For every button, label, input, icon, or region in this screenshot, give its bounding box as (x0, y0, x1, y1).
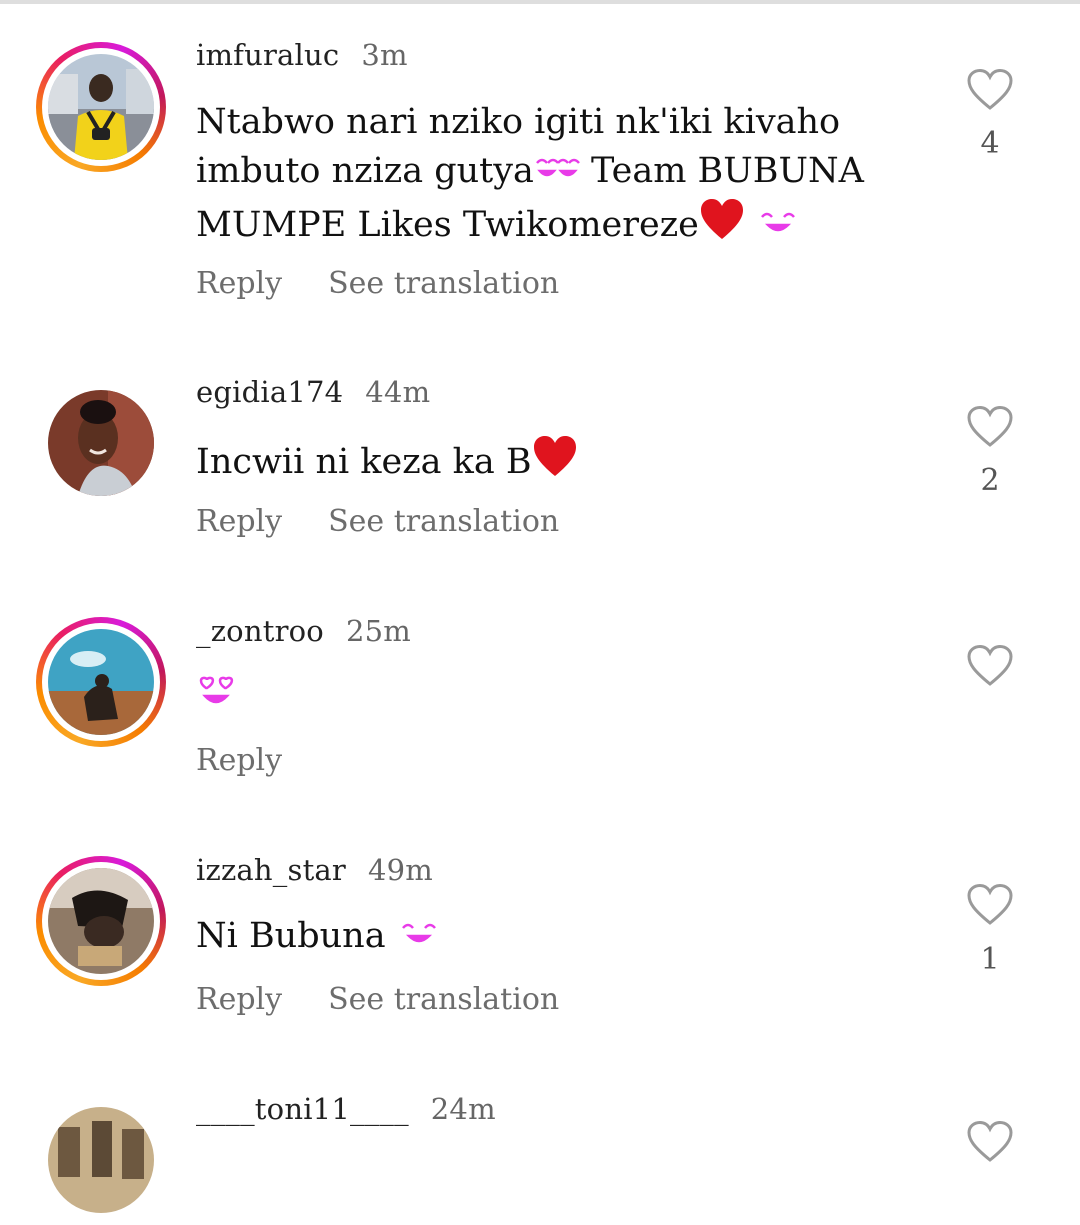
comment-text (196, 672, 936, 726)
avatar-photo (48, 54, 154, 160)
smiling-face-hearts-emoji (756, 202, 802, 251)
comment-actions: Reply See translation (196, 504, 605, 539)
username[interactable]: imfuraluc (196, 38, 339, 72)
smiling-face-hearts-emoji (534, 148, 580, 197)
comment-header: imfuraluc 3m (196, 38, 408, 72)
top-divider (0, 0, 1080, 4)
avatar-photo (48, 629, 154, 735)
red-heart-emoji (699, 197, 745, 255)
see-translation-button[interactable]: See translation (328, 504, 559, 539)
like-button[interactable] (966, 405, 1014, 449)
comment-header: izzah_star 49m (196, 853, 433, 887)
avatar-wrapper[interactable] (36, 1095, 166, 1225)
avatar[interactable] (48, 868, 154, 974)
like-count: 2 (980, 463, 1000, 498)
like-button[interactable] (966, 644, 1014, 688)
avatar-story-ring[interactable] (36, 617, 166, 747)
comment-actions: Reply See translation (196, 266, 605, 301)
reply-button[interactable]: Reply (196, 504, 282, 539)
avatar[interactable] (48, 54, 154, 160)
like-button[interactable] (966, 1120, 1014, 1164)
username[interactable]: ____toni11____ (196, 1092, 409, 1126)
avatar[interactable] (48, 1107, 154, 1213)
like-button[interactable] (966, 883, 1014, 927)
comment-text: Ni Bubuna (196, 912, 936, 962)
comment-text-content: Ntabwo nari nziko igiti nk'iki kivaho im… (196, 102, 864, 245)
comment-header: ____toni11____ 24m (196, 1092, 496, 1126)
avatar-photo (48, 390, 154, 496)
comment-text-content: Ni Bubuna (196, 916, 443, 956)
comment-time: 49m (368, 853, 434, 887)
comment-header: _zontroo 25m (196, 614, 411, 648)
comment-actions: Reply (196, 743, 328, 778)
heart-outline-icon (967, 644, 1013, 686)
comment-text-content (196, 676, 236, 718)
heart-outline-icon (967, 883, 1013, 925)
avatar-wrapper[interactable] (36, 378, 166, 508)
like-button[interactable] (966, 68, 1014, 112)
avatar-story-ring[interactable] (36, 42, 166, 172)
avatar-photo (48, 1107, 154, 1213)
comment-text-content: Incwii ni keza ka B (196, 436, 578, 482)
like-count: 1 (980, 942, 1000, 977)
heart-outline-icon (967, 1120, 1013, 1162)
comment-time: 3m (361, 38, 408, 72)
avatar[interactable] (48, 390, 154, 496)
username[interactable]: izzah_star (196, 853, 346, 887)
heart-outline-icon (967, 68, 1013, 110)
reply-button[interactable]: Reply (196, 266, 282, 301)
smiling-face-hearts-emoji (397, 913, 443, 962)
comment-text: Ntabwo nari nziko igiti nk'iki kivaho im… (196, 98, 936, 255)
see-translation-button[interactable]: See translation (328, 982, 559, 1017)
comment-text: Incwii ni keza ka B (196, 434, 936, 492)
reply-button[interactable]: Reply (196, 743, 282, 778)
see-translation-button[interactable]: See translation (328, 266, 559, 301)
username[interactable]: egidia174 (196, 375, 343, 409)
red-heart-emoji (532, 434, 578, 492)
comment-time: 44m (365, 375, 431, 409)
avatar-photo (48, 868, 154, 974)
reply-button[interactable]: Reply (196, 982, 282, 1017)
username[interactable]: _zontroo (196, 614, 324, 648)
like-count: 4 (980, 126, 1000, 161)
avatar[interactable] (48, 629, 154, 735)
comment-time: 24m (430, 1092, 496, 1126)
comment-header: egidia174 44m (196, 375, 430, 409)
heart-eyes-emoji (196, 672, 236, 726)
heart-outline-icon (967, 405, 1013, 447)
comment-actions: Reply See translation (196, 982, 605, 1017)
avatar-story-ring[interactable] (36, 856, 166, 986)
comment-time: 25m (345, 614, 411, 648)
